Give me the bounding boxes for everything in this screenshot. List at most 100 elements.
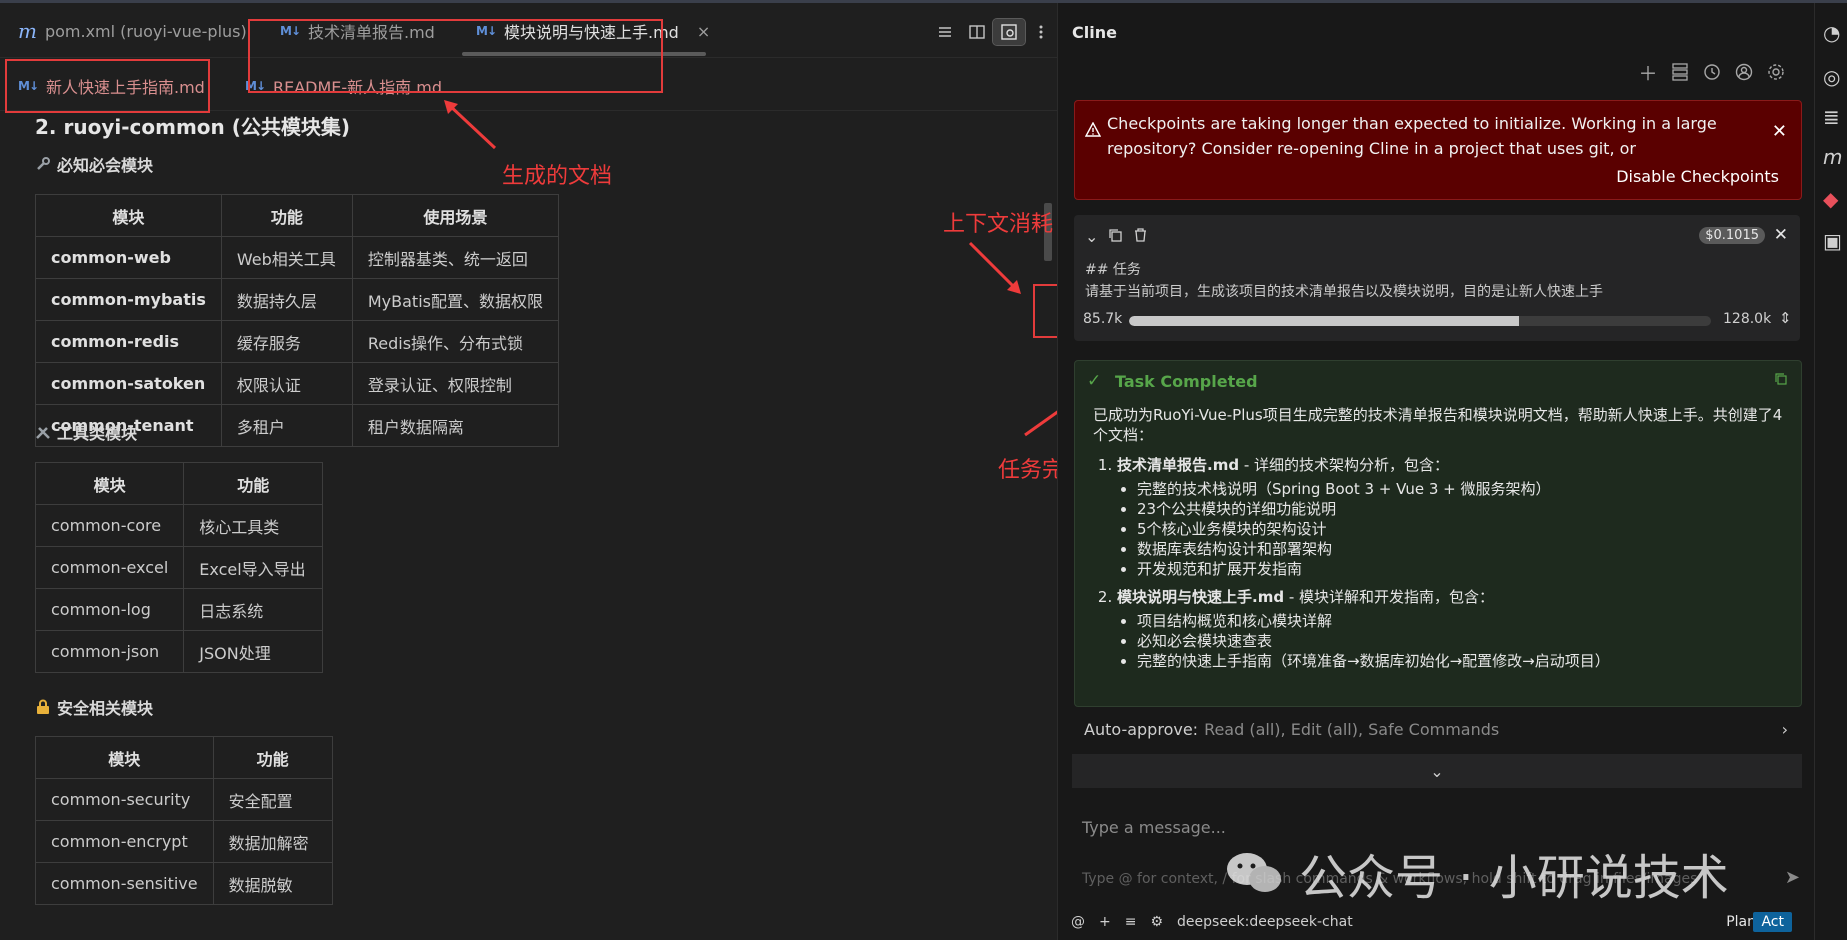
table-row: common-redis 缓存服务 Redis操作、分布式锁 xyxy=(35,320,559,363)
copy-icon[interactable] xyxy=(1108,227,1122,246)
column-header: 使用场景 xyxy=(351,194,559,237)
tools-table: 模块 功能 common-core 核心工具类 common-excel Excel… xyxy=(34,462,324,673)
list-item: 23个公共模块的详细功能说明 xyxy=(1137,499,1783,519)
annotation-arrow-docs xyxy=(444,100,497,150)
table-row: common-mybatis 数据持久层 MyBatis配置、数据权限 xyxy=(35,278,559,321)
column-header: 模块 xyxy=(35,194,222,237)
table-row: common-core 核心工具类 xyxy=(34,504,324,547)
panel-title: Cline xyxy=(1072,23,1117,42)
database-icon[interactable]: ≣ xyxy=(1823,105,1840,129)
function-cell: Excel导入导出 xyxy=(183,546,324,589)
server-icon[interactable] xyxy=(1669,61,1691,83)
list-item: 项目结构概览和核心模块详解 xyxy=(1137,611,1783,631)
list-item: 模块说明与快速上手.md - 模块详解和开发指南，包含： 项目结构概览和核心模块… xyxy=(1117,587,1783,671)
activity-bar: ◔ ◎ ≣ m ◆ ▣ xyxy=(1814,3,1847,940)
plan-mode-toggle[interactable]: Plan xyxy=(1726,914,1756,930)
list-icon[interactable] xyxy=(929,19,961,45)
account-icon[interactable] xyxy=(1733,61,1755,83)
m-icon[interactable]: m xyxy=(1823,145,1842,169)
tab-pom-xml[interactable]: m pom.xml (ruoyi-vue-plus) xyxy=(18,19,247,43)
doc-bullets: 项目结构概览和核心模块详解 必知必会模块速查表 完整的快速上手指南（环境准备→数… xyxy=(1117,611,1783,671)
function-cell: 日志系统 xyxy=(183,588,324,631)
completion-intro: 已成功为RuoYi-Vue-Plus项目生成完整的技术清单报告和模块说明文档，帮… xyxy=(1093,406,1783,444)
annotation-generated-docs: 生成的文档 xyxy=(502,164,613,189)
module-cell: common-security xyxy=(35,778,214,821)
warning-message: Checkpoints are taking longer than expec… xyxy=(1107,114,1717,158)
annotation-box-newcomer-tab xyxy=(5,59,210,113)
table-row: common-security 安全配置 xyxy=(35,778,333,821)
disable-checkpoints-link[interactable]: Disable Checkpoints xyxy=(1616,167,1779,186)
section-title-text: 工具类模块 xyxy=(57,424,138,443)
created-docs-list: 技术清单报告.md - 详细的技术架构分析，包含： 完整的技术栈说明（Sprin… xyxy=(1093,455,1783,671)
context-max: 128.0k xyxy=(1723,311,1772,327)
chevron-right-icon: › xyxy=(1781,719,1788,739)
function-cell: 安全配置 xyxy=(212,778,333,821)
module-cell: common-core xyxy=(34,504,185,547)
function-cell: Web相关工具 xyxy=(220,236,353,279)
context-window-bar xyxy=(1129,316,1711,326)
close-icon[interactable]: ✕ xyxy=(1774,225,1788,245)
completion-body: 已成功为RuoYi-Vue-Plus项目生成完整的技术清单报告和模块说明文档，帮… xyxy=(1093,405,1783,679)
table-row: common-encrypt 数据加解密 xyxy=(35,820,333,863)
doc-name: 技术清单报告.md xyxy=(1117,456,1240,474)
robot-icon[interactable]: ⚙ xyxy=(1150,914,1163,930)
warning-icon xyxy=(1084,121,1102,142)
annotation-arrow-context xyxy=(968,241,1021,294)
module-cell: common-satoken xyxy=(35,362,222,405)
wechat-icon xyxy=(1225,851,1283,895)
annotation-box-doc-tabs xyxy=(248,19,663,93)
usage-cell: MyBatis配置、数据权限 xyxy=(351,278,559,321)
function-cell: 缓存服务 xyxy=(220,320,353,363)
close-icon[interactable]: × xyxy=(697,22,710,41)
bell-icon[interactable]: ◔ xyxy=(1823,21,1840,45)
usage-cell: 登录认证、权限控制 xyxy=(351,362,559,405)
usage-cell: 租户数据隔离 xyxy=(351,404,559,447)
module-cell: common-log xyxy=(34,588,185,631)
list-item: 数据库表结构设计和部署架构 xyxy=(1137,539,1783,559)
preview-icon[interactable] xyxy=(992,18,1026,46)
spiral-icon[interactable]: ◎ xyxy=(1823,65,1840,89)
list-item: 技术清单报告.md - 详细的技术架构分析，包含： 完整的技术栈说明（Sprin… xyxy=(1117,455,1783,579)
function-cell: 数据加解密 xyxy=(212,820,333,863)
list-item: 开发规范和扩展开发指南 xyxy=(1137,559,1783,579)
column-header: 功能 xyxy=(212,736,333,779)
module-cell: common-mybatis xyxy=(35,278,222,321)
function-cell: 多租户 xyxy=(220,404,353,447)
gear-icon[interactable] xyxy=(1765,61,1787,83)
trash-icon[interactable] xyxy=(1134,227,1147,246)
extension-icon[interactable]: ◆ xyxy=(1823,187,1838,211)
context-window-fill xyxy=(1129,316,1519,326)
m-icon: m xyxy=(18,19,37,43)
chevron-down-icon: ⌄ xyxy=(1430,761,1444,781)
robot-icon[interactable]: ▣ xyxy=(1823,229,1842,253)
table-row: common-satoken 权限认证 登录认证、权限控制 xyxy=(35,362,559,405)
doc-name: 模块说明与快速上手.md xyxy=(1117,588,1285,606)
server-icon[interactable]: ≡ xyxy=(1125,914,1137,930)
plus-icon[interactable]: ＋ xyxy=(1637,61,1659,85)
function-cell: 数据脱敏 xyxy=(212,862,333,905)
more-icon[interactable] xyxy=(1025,19,1057,45)
panel-toolbar: ＋ xyxy=(1637,61,1787,85)
send-icon[interactable]: ➤ xyxy=(1785,867,1800,888)
history-icon[interactable] xyxy=(1701,61,1723,83)
auto-approve-bar[interactable]: Auto-approve: Read (all), Edit (all), Sa… xyxy=(1072,709,1802,749)
plus-icon[interactable]: + xyxy=(1099,914,1111,930)
task-heading: ## 任务 xyxy=(1085,262,1141,278)
markdown-preview: 2. ruoyi-common (公共模块集) 必知必会模块 模块 功能 使用场… xyxy=(34,111,735,905)
list-item: 5个核心业务模块的架构设计 xyxy=(1137,519,1783,539)
function-cell: 权限认证 xyxy=(220,362,353,405)
module-cell: common-encrypt xyxy=(35,820,214,863)
doc-summary: - 详细的技术架构分析，包含： xyxy=(1239,456,1450,474)
compress-icon[interactable]: ⇕ xyxy=(1779,309,1792,327)
split-icon[interactable] xyxy=(961,19,993,45)
model-selector[interactable]: deepseek:deepseek-chat xyxy=(1177,914,1353,930)
annotation-context-usage: 上下文消耗 xyxy=(943,212,1054,237)
act-mode-toggle[interactable]: Act xyxy=(1753,912,1792,932)
table-row: common-sensitive 数据脱敏 xyxy=(35,862,333,905)
copy-icon[interactable] xyxy=(1775,373,1787,389)
close-icon[interactable]: ✕ xyxy=(1772,121,1787,142)
scroll-down-button[interactable]: ⌄ xyxy=(1072,754,1802,788)
module-cell: common-json xyxy=(34,630,185,673)
chevron-down-icon[interactable]: ⌄ xyxy=(1085,227,1098,246)
at-icon[interactable]: @ xyxy=(1071,914,1085,930)
